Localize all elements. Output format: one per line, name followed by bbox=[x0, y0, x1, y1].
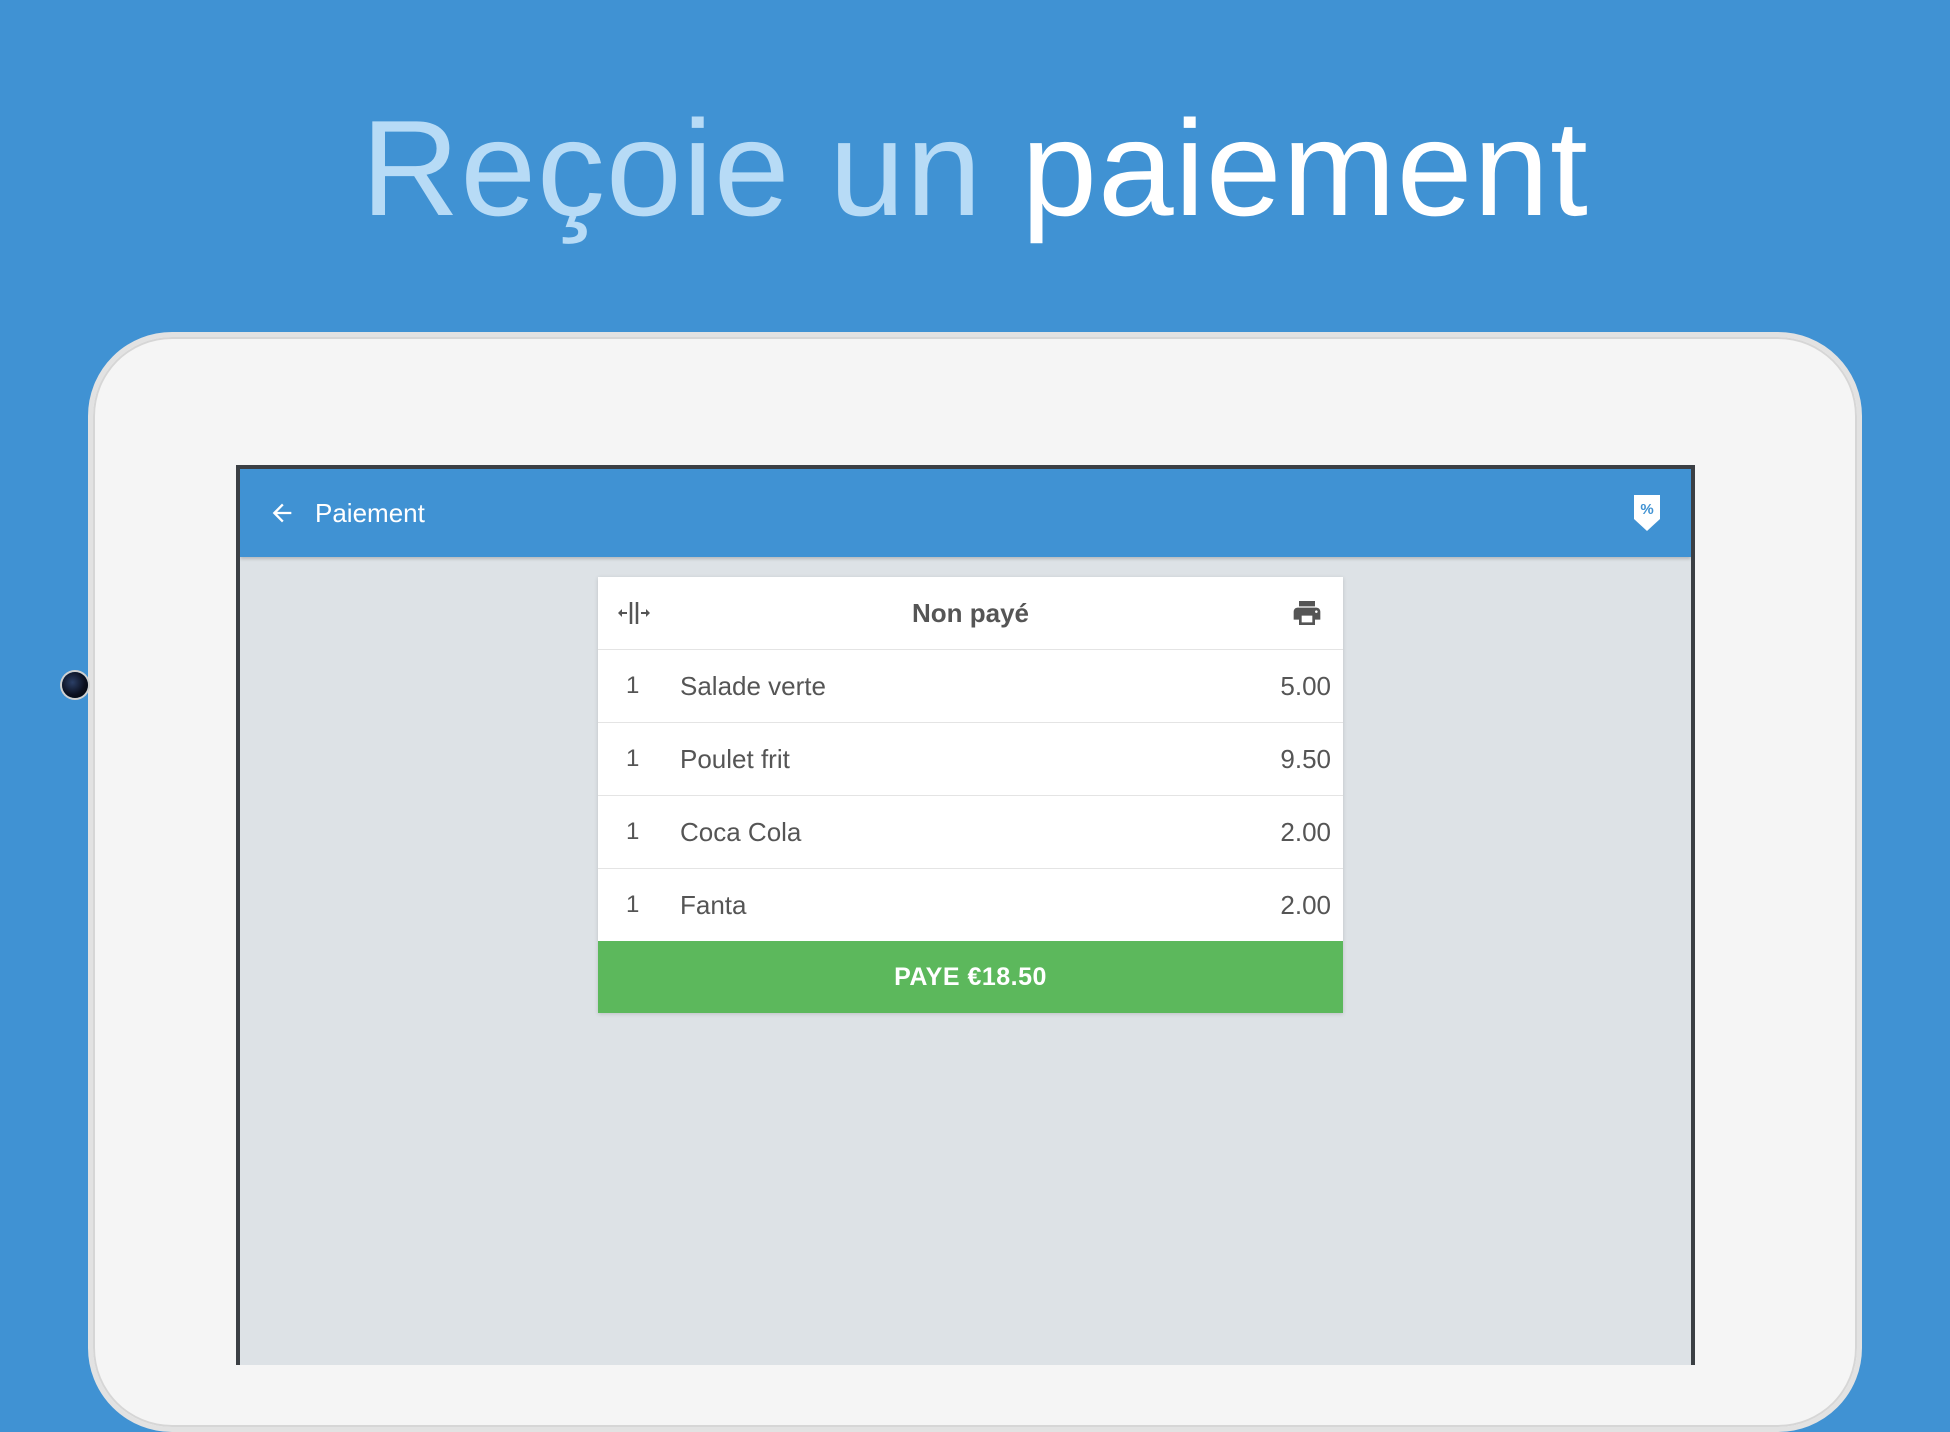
item-quantity: 1 bbox=[626, 818, 640, 845]
bill-card: Non payé 1 Salade verte 5.00 1 Poulet fr… bbox=[598, 577, 1343, 1013]
discount-button[interactable]: % bbox=[1625, 491, 1669, 535]
item-price: 2.00 bbox=[1280, 890, 1331, 920]
print-button[interactable] bbox=[1287, 593, 1327, 633]
page-title: Paiement bbox=[315, 498, 425, 528]
app-bar: Paiement % bbox=[240, 469, 1691, 557]
bill-item-row[interactable]: 1 Fanta 2.00 bbox=[598, 869, 1343, 941]
item-price: 5.00 bbox=[1280, 671, 1331, 701]
item-name: Poulet frit bbox=[680, 744, 790, 774]
percent-tag-icon: % bbox=[1634, 495, 1660, 531]
svg-text:%: % bbox=[1640, 501, 1653, 518]
bill-item-row[interactable]: 1 Poulet frit 9.50 bbox=[598, 723, 1343, 796]
arrow-left-icon bbox=[272, 503, 292, 523]
printer-icon bbox=[1293, 601, 1321, 625]
item-quantity: 1 bbox=[626, 672, 640, 699]
bill-status-title: Non payé bbox=[911, 598, 1030, 628]
headline-strong-part: paiement bbox=[1021, 92, 1589, 244]
item-quantity: 1 bbox=[626, 891, 640, 918]
pay-button[interactable]: PAYE €18.50 bbox=[598, 941, 1343, 1013]
tablet-camera bbox=[62, 672, 88, 698]
item-name: Salade verte bbox=[680, 671, 826, 701]
bill-item-row[interactable]: 1 Salade verte 5.00 bbox=[598, 650, 1343, 723]
app-screen: Paiement % Non payé 1 Salade verte 5.00 … bbox=[236, 465, 1695, 1365]
bill-item-row[interactable]: 1 Coca Cola 2.00 bbox=[598, 796, 1343, 869]
back-button[interactable] bbox=[262, 493, 302, 533]
item-name: Coca Cola bbox=[680, 817, 802, 847]
bill-header: Non payé bbox=[598, 577, 1343, 650]
item-quantity: 1 bbox=[626, 745, 640, 772]
headline: Reçoie un paiement bbox=[0, 88, 1950, 248]
item-price: 9.50 bbox=[1280, 744, 1331, 774]
item-price: 2.00 bbox=[1280, 817, 1331, 847]
item-name: Fanta bbox=[680, 890, 747, 920]
headline-light-part: Reçoie un bbox=[361, 92, 983, 244]
